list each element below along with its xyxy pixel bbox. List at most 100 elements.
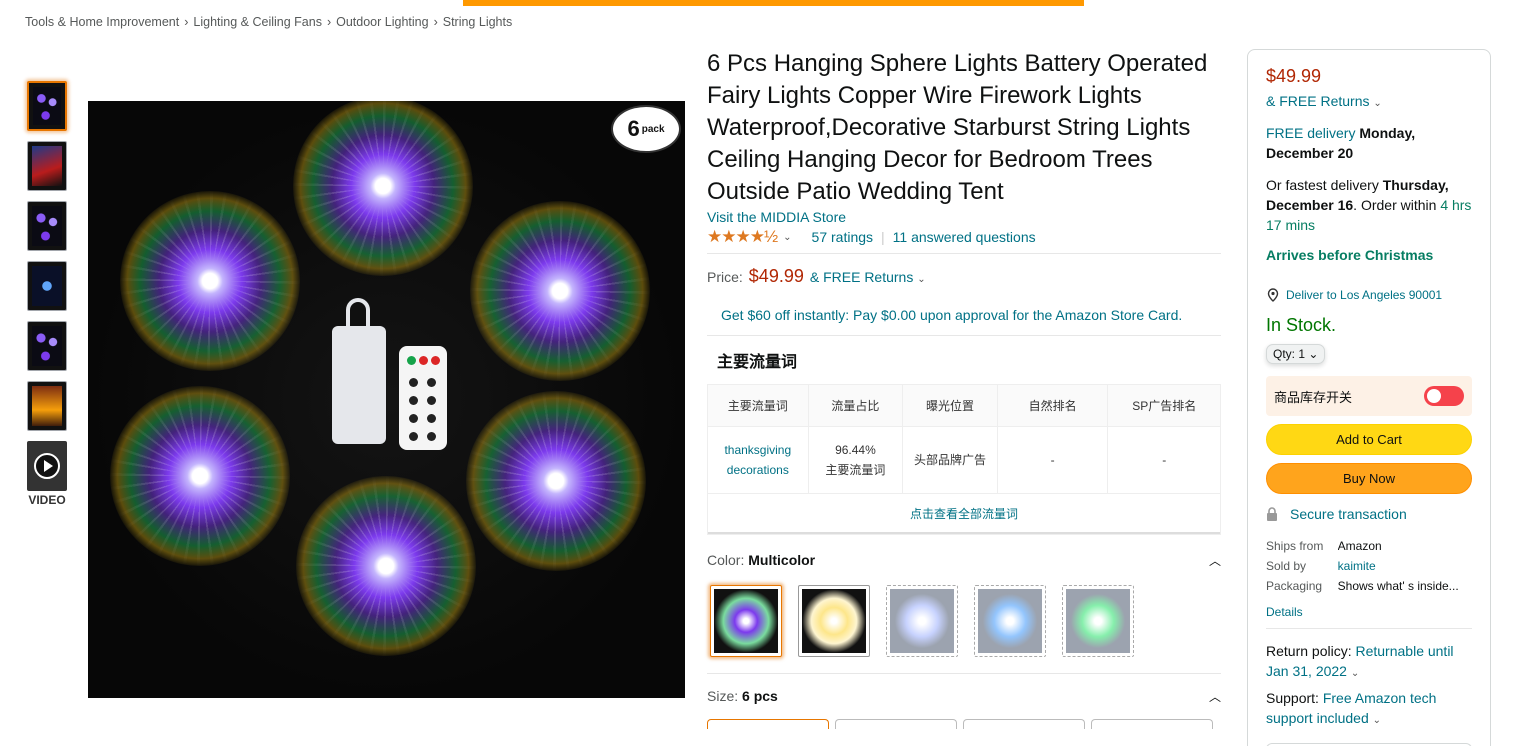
free-returns-link[interactable]: & FREE Returns ⌄ bbox=[810, 269, 926, 285]
price-row: Price: $49.99 & FREE Returns ⌄ bbox=[707, 266, 1222, 287]
swatch-multicolor[interactable] bbox=[710, 585, 782, 657]
buybox-free-returns-link[interactable]: & FREE Returns ⌄ bbox=[1266, 93, 1472, 109]
buybox-free-returns-text: & FREE Returns bbox=[1266, 93, 1370, 109]
stock-status: In Stock. bbox=[1266, 315, 1337, 335]
traffic-table: 主要流量词 流量占比 曝光位置 自然排名 SP广告排名 thanksgiving… bbox=[707, 384, 1221, 535]
chevron-up-icon[interactable]: ︿ bbox=[1209, 688, 1221, 705]
buy-box: $49.99 & FREE Returns ⌄ FREE delivery Mo… bbox=[1247, 49, 1491, 746]
fastest-delivery-info: Or fastest delivery Thursday, December 1… bbox=[1266, 175, 1472, 235]
arrives-before-christmas: Arrives before Christmas bbox=[1266, 247, 1434, 263]
free-delivery-link[interactable]: FREE delivery bbox=[1266, 125, 1355, 141]
video-label: VIDEO bbox=[28, 493, 66, 507]
view-all-keywords-link[interactable]: 点击查看全部流量词 bbox=[708, 494, 1220, 534]
free-returns-text: & FREE Returns bbox=[809, 269, 914, 285]
packaging-value: Shows what' s inside... bbox=[1337, 579, 1459, 593]
ratings-link[interactable]: 57 ratings bbox=[812, 229, 873, 245]
size-options bbox=[707, 719, 1222, 729]
swatch-green[interactable] bbox=[1062, 585, 1134, 657]
swatch-blue[interactable] bbox=[974, 585, 1046, 657]
secure-transaction-link[interactable]: Secure transaction bbox=[1266, 506, 1472, 522]
chevron-down-icon[interactable]: ⌄ bbox=[783, 232, 791, 243]
inventory-toggle-row: 商品库存开关 bbox=[1266, 376, 1472, 416]
breadcrumb-item-outdoor[interactable]: Outdoor Lighting bbox=[336, 15, 428, 29]
buy-now-button[interactable]: Buy Now bbox=[1266, 463, 1472, 494]
thumbnail-2[interactable] bbox=[27, 141, 67, 191]
video-thumbnail[interactable] bbox=[27, 441, 67, 491]
thumbnail-6[interactable] bbox=[27, 381, 67, 431]
thumbnail-5[interactable] bbox=[27, 321, 67, 371]
return-policy: Return policy: Returnable until Jan 31, … bbox=[1266, 641, 1472, 684]
inventory-toggle[interactable] bbox=[1424, 386, 1464, 406]
rating-row: ★★★★½ ⌄ 57 ratings | 11 answered questio… bbox=[707, 227, 1222, 247]
color-swatches bbox=[710, 585, 1222, 657]
deliver-to-location[interactable]: Deliver to Los Angeles 90001 bbox=[1266, 288, 1472, 302]
size-option[interactable] bbox=[835, 719, 957, 729]
thumbnail-3[interactable] bbox=[27, 201, 67, 251]
image-thumbnails: VIDEO bbox=[27, 81, 67, 507]
store-card-promo[interactable]: Get $60 off instantly: Pay $0.00 upon ap… bbox=[721, 305, 1191, 325]
product-info: 6 Pcs Hanging Sphere Lights Battery Oper… bbox=[707, 48, 1222, 729]
details-link[interactable]: Details bbox=[1266, 605, 1472, 619]
starburst-light bbox=[296, 476, 476, 656]
size-option[interactable] bbox=[1091, 719, 1213, 729]
traffic-share-cell: 96.44% 主要流量词 bbox=[808, 427, 904, 494]
location-pin-icon bbox=[1267, 288, 1279, 302]
swatch-white[interactable] bbox=[886, 585, 958, 657]
product-title: 6 Pcs Hanging Sphere Lights Battery Oper… bbox=[707, 50, 1208, 205]
traffic-keywords-panel: 主要流量词 主要流量词 流量占比 曝光位置 自然排名 SP广告排名 thanks… bbox=[707, 335, 1221, 535]
thumbnail-4[interactable] bbox=[27, 261, 67, 311]
column-header: SP广告排名 bbox=[1108, 385, 1220, 427]
main-product-image[interactable]: 6 pack bbox=[88, 101, 685, 698]
breadcrumb-separator: › bbox=[326, 15, 332, 29]
breadcrumb-item-lighting[interactable]: Lighting & Ceiling Fans bbox=[193, 15, 322, 29]
sold-by-label: Sold by bbox=[1266, 559, 1307, 573]
breadcrumb-separator: › bbox=[184, 15, 189, 29]
size-option[interactable] bbox=[963, 719, 1085, 729]
starburst-light bbox=[466, 391, 646, 571]
size-value: 6 pcs bbox=[742, 688, 778, 704]
sp-rank: - bbox=[1108, 427, 1220, 494]
quantity-select[interactable]: Qty: 1 ⌄ bbox=[1266, 344, 1326, 364]
divider bbox=[707, 253, 1221, 254]
traffic-share: 96.44% bbox=[835, 443, 876, 457]
thumbnail-1[interactable] bbox=[27, 81, 67, 131]
chevron-down-icon: ⌄ bbox=[1372, 715, 1382, 726]
location-text: Deliver to Los Angeles 90001 bbox=[1286, 288, 1443, 302]
column-header: 自然排名 bbox=[997, 385, 1109, 427]
breadcrumb: Tools & Home Improvement › Lighting & Ceil… bbox=[25, 15, 512, 29]
order-within-text: . Order within bbox=[1353, 197, 1437, 213]
top-accent-bar bbox=[463, 0, 1084, 6]
chevron-down-icon: ⌄ bbox=[1308, 347, 1319, 361]
traffic-heading: 主要流量词 bbox=[717, 354, 798, 371]
answered-questions-link[interactable]: 11 answered questions bbox=[893, 229, 1036, 245]
breadcrumb-item-tools[interactable]: Tools & Home Improvement bbox=[25, 15, 179, 29]
natural-rank: - bbox=[997, 427, 1109, 494]
return-policy-label: Return policy: bbox=[1266, 643, 1352, 659]
swatch-warm-white[interactable] bbox=[798, 585, 870, 657]
fastest-delivery-prefix: Or fastest delivery bbox=[1266, 177, 1379, 193]
support-info: Support: Free Amazon tech support includ… bbox=[1266, 688, 1472, 731]
traffic-share-sub: 主要流量词 bbox=[825, 463, 886, 477]
size-selector-header[interactable]: Size: 6 pcs ︿ bbox=[707, 673, 1221, 705]
ships-from-label: Ships from bbox=[1266, 539, 1324, 553]
table-row: thanksgiving decorations 96.44% 主要流量词 头部品… bbox=[708, 427, 1220, 494]
column-header: 流量占比 bbox=[808, 385, 904, 427]
lock-icon bbox=[1267, 507, 1277, 521]
chevron-down-icon: ⌄ bbox=[917, 274, 926, 285]
color-selector-header[interactable]: Color: Multicolor ︿ bbox=[707, 552, 1221, 569]
breadcrumb-item-string-lights[interactable]: String Lights bbox=[443, 15, 512, 29]
keyword-link[interactable]: thanksgiving decorations bbox=[708, 427, 809, 494]
store-link[interactable]: Visit the MIDDIA Store bbox=[707, 209, 1222, 225]
chevron-up-icon[interactable]: ︿ bbox=[1209, 552, 1221, 569]
chevron-down-icon: ⌄ bbox=[1350, 668, 1360, 679]
size-label: Size: bbox=[707, 688, 739, 704]
remote-control bbox=[399, 346, 447, 450]
seller-link[interactable]: kaimite bbox=[1338, 556, 1472, 576]
quantity-value: Qty: 1 bbox=[1273, 347, 1306, 361]
size-option[interactable] bbox=[707, 719, 829, 729]
add-to-cart-button[interactable]: Add to Cart bbox=[1266, 424, 1472, 455]
support-label: Support: bbox=[1266, 690, 1319, 706]
delivery-info: FREE delivery Monday, December 20 bbox=[1266, 123, 1472, 163]
color-label: Color: bbox=[707, 552, 745, 568]
star-rating-icon[interactable]: ★★★★½ bbox=[707, 227, 778, 247]
